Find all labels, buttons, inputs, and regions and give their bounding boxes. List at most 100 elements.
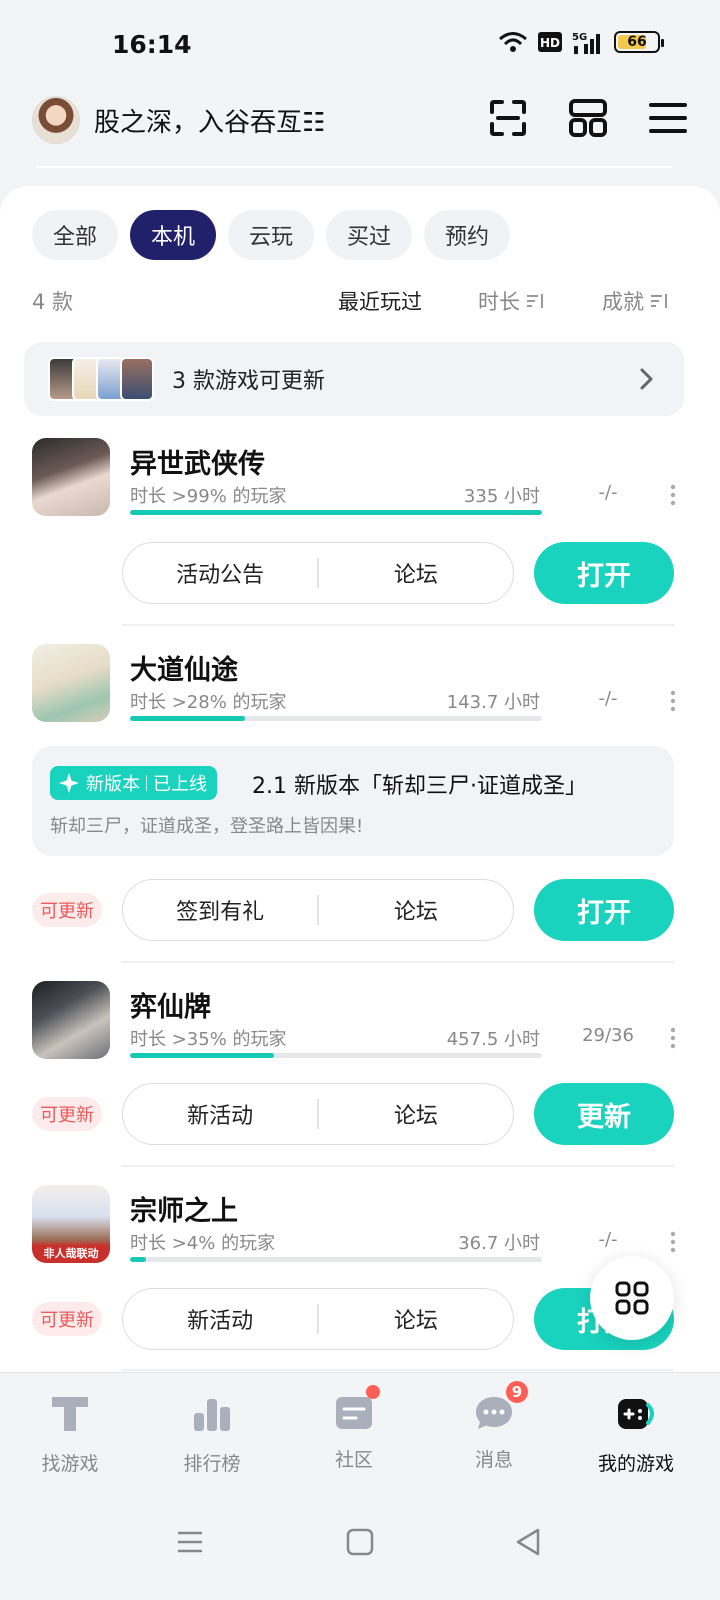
nav-find-games[interactable]: 找游戏 <box>10 1391 130 1476</box>
game-title[interactable]: 弈仙牌 <box>130 985 211 1024</box>
game-hours: 335 小时 <box>463 486 540 507</box>
news-description: 斩却三尸，证道成圣，登圣路上皆因果! <box>50 816 364 837</box>
svg-text:HD: HD <box>540 36 560 50</box>
update-available-tag: 可更新 <box>32 893 102 927</box>
status-time: 16:14 <box>112 30 192 59</box>
game-icon[interactable]: 非人哉联动 <box>32 1185 110 1263</box>
new-version-badge: 新版本 已上线 <box>50 766 217 800</box>
game-achievement: -/- <box>598 482 618 503</box>
nav-community[interactable]: 社区 <box>294 1385 414 1472</box>
menu-icon[interactable] <box>648 98 688 138</box>
item-divider <box>122 1165 674 1167</box>
sparkle-icon <box>59 773 79 793</box>
sort-recent[interactable]: 最近玩过 <box>338 286 422 316</box>
nav-messages[interactable]: 9 消息 <box>434 1379 554 1472</box>
signal-icon: 5G <box>572 32 600 54</box>
battery-icon: 66 <box>614 31 664 53</box>
playtime-progress <box>130 1053 542 1058</box>
main-panel: 全部 本机 云玩 买过 预约 4 款 最近玩过 时长 成就 3 款游戏可更新 异… <box>0 186 720 1386</box>
open-button[interactable]: 打开 <box>534 542 674 604</box>
header-divider <box>36 166 672 168</box>
sort-bar: 4 款 最近玩过 时长 成就 <box>32 284 670 318</box>
filter-all[interactable]: 全部 <box>32 210 118 260</box>
item-divider <box>122 1369 674 1371</box>
forum-button[interactable]: 论坛 <box>319 1098 513 1130</box>
layout-icon[interactable] <box>568 98 608 138</box>
notification-dot <box>366 1385 380 1399</box>
nav-ranking[interactable]: 排行榜 <box>152 1391 272 1476</box>
filter-local[interactable]: 本机 <box>130 210 216 260</box>
avatar[interactable] <box>32 96 80 144</box>
nav-label: 我的游戏 <box>597 1453 674 1475</box>
game-percentile: 时长 >28% 的玩家 <box>130 692 287 713</box>
svg-text:5G: 5G <box>572 32 587 43</box>
scan-icon[interactable] <box>488 98 528 138</box>
update-banner[interactable]: 3 款游戏可更新 <box>24 342 684 416</box>
new-activity-button[interactable]: 新活动 <box>123 1098 317 1130</box>
game-title[interactable]: 异世武侠传 <box>130 442 265 481</box>
game-percentile: 时长 >99% 的玩家 <box>130 486 287 507</box>
chevron-right-icon <box>640 368 653 390</box>
game-icon[interactable] <box>32 981 110 1059</box>
version-news-card[interactable]: 新版本 已上线 2.1 新版本「斩却三尸·证道成圣」 斩却三尸，证道成圣，登圣路… <box>32 746 674 856</box>
new-activity-button[interactable]: 新活动 <box>123 1303 317 1335</box>
sort-duration-label: 时长 <box>478 290 520 314</box>
game-icon[interactable] <box>32 438 110 516</box>
recent-apps-icon[interactable] <box>174 1526 206 1558</box>
home-icon[interactable] <box>344 1526 376 1558</box>
forum-button[interactable]: 论坛 <box>319 1303 513 1335</box>
check-in-button[interactable]: 签到有礼 <box>123 894 317 926</box>
filter-purchased[interactable]: 买过 <box>326 210 412 260</box>
filter-reserved[interactable]: 预约 <box>424 210 510 260</box>
game-hours: 457.5 小时 <box>446 1029 540 1050</box>
sort-recent-label: 最近玩过 <box>338 290 422 314</box>
user-name[interactable]: 股之深，入谷吞亙☷ <box>94 102 325 139</box>
system-nav-bar <box>0 1490 720 1600</box>
game-icon[interactable] <box>32 644 110 722</box>
filter-cloud[interactable]: 云玩 <box>228 210 314 260</box>
sort-duration[interactable]: 时长 <box>478 286 546 316</box>
activity-notice-button[interactable]: 活动公告 <box>123 557 317 589</box>
forum-button[interactable]: 论坛 <box>319 894 513 926</box>
game-title[interactable]: 宗师之上 <box>130 1189 238 1228</box>
sort-icon <box>651 294 667 308</box>
floating-grid-button[interactable] <box>590 1256 674 1340</box>
game-links: 新活动 论坛 <box>122 1083 514 1145</box>
wifi-icon <box>499 32 527 52</box>
community-icon <box>332 1385 380 1435</box>
icon-caption: 非人哉联动 <box>43 1247 99 1260</box>
back-icon[interactable] <box>512 1526 544 1558</box>
game-links: 活动公告 论坛 <box>122 542 514 604</box>
nav-label: 找游戏 <box>41 1453 99 1475</box>
playtime-progress <box>130 1257 542 1262</box>
message-count-badge: 9 <box>504 1379 530 1405</box>
sort-icon <box>527 294 543 308</box>
more-icon[interactable] <box>670 1231 676 1253</box>
sort-achievement-label: 成就 <box>602 290 644 314</box>
nav-my-games[interactable]: 我的游戏 <box>576 1391 696 1476</box>
update-button[interactable]: 更新 <box>534 1083 674 1145</box>
game-links: 新活动 论坛 <box>122 1288 514 1350</box>
badge-new-label: 新版本 <box>86 774 140 795</box>
game-actions: 可更新 新活动 论坛 更新 <box>0 1083 720 1145</box>
update-thumbnails <box>48 357 154 401</box>
playtime-progress <box>130 716 542 721</box>
more-icon[interactable] <box>670 1027 676 1049</box>
open-button[interactable]: 打开 <box>534 879 674 941</box>
hd-icon: HD <box>538 32 562 52</box>
update-available-tag: 可更新 <box>32 1302 102 1336</box>
game-title[interactable]: 大道仙途 <box>130 648 238 687</box>
ranking-icon <box>194 1399 230 1431</box>
forum-button[interactable]: 论坛 <box>319 557 513 589</box>
sort-achievement[interactable]: 成就 <box>602 286 670 316</box>
more-icon[interactable] <box>670 690 676 712</box>
header: 股之深，入谷吞亙☷ <box>32 94 688 146</box>
game-thumbnail <box>120 357 154 401</box>
game-actions: 活动公告 论坛 打开 <box>0 542 720 604</box>
find-games-icon <box>52 1397 88 1431</box>
update-available-tag: 可更新 <box>32 1097 102 1131</box>
nav-label: 消息 <box>474 1449 513 1471</box>
game-count: 4 款 <box>32 290 74 314</box>
more-icon[interactable] <box>670 484 676 506</box>
game-actions: 可更新 签到有礼 论坛 打开 <box>0 879 720 941</box>
